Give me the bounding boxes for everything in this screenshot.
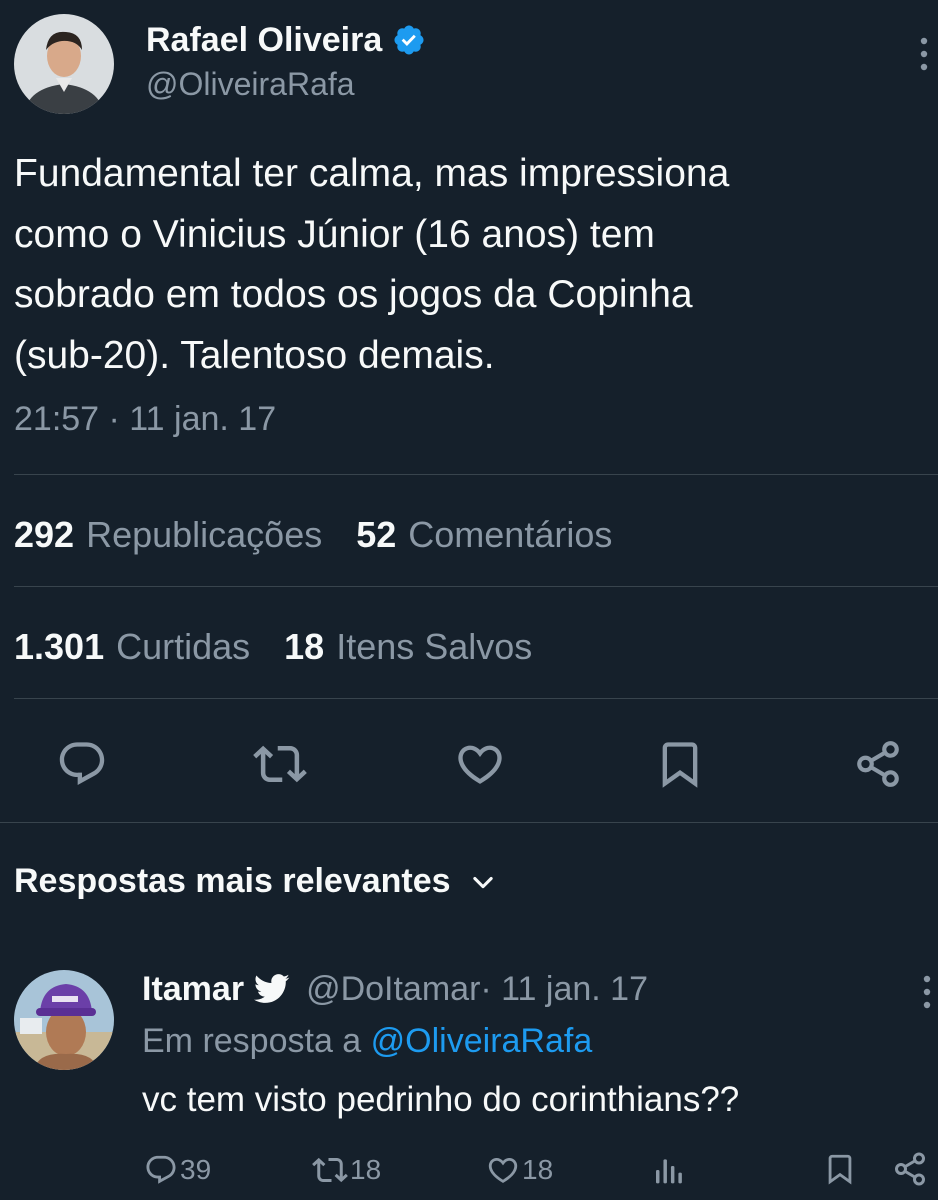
comments-label[interactable]: Comentários bbox=[408, 514, 612, 555]
like-icon bbox=[488, 1157, 518, 1183]
divider bbox=[0, 822, 938, 823]
reply-context: Em resposta a @OliveiraRafa bbox=[142, 1022, 592, 1061]
share-icon[interactable] bbox=[848, 734, 908, 794]
divider bbox=[14, 474, 938, 475]
analytics-icon[interactable] bbox=[650, 1150, 686, 1190]
verified-badge-icon bbox=[392, 23, 426, 57]
comments-count[interactable]: 52 bbox=[356, 514, 396, 555]
likes-count[interactable]: 1.301 bbox=[14, 626, 104, 667]
tweet-text-line: Fundamental ter calma, mas impressiona bbox=[14, 152, 730, 195]
reply-avatar-image bbox=[14, 970, 114, 1070]
reply-date[interactable]: · 11 jan. 17 bbox=[480, 970, 648, 1009]
reply-retweets-count: 18 bbox=[350, 1154, 382, 1185]
reply-text: vc tem visto pedrinho do corinthians?? bbox=[142, 1080, 740, 1119]
stats-row-reposts-comments: 292 Republicações 52 Comentários bbox=[14, 514, 646, 556]
twitter-bird-icon bbox=[254, 974, 290, 1004]
author-avatar[interactable] bbox=[14, 14, 114, 114]
reply-icon[interactable] bbox=[52, 734, 112, 794]
tweet-timestamp[interactable]: 21:57 · 11 jan. 17 bbox=[14, 400, 276, 439]
retweet-icon[interactable] bbox=[250, 734, 310, 794]
bookmark-icon[interactable] bbox=[650, 734, 710, 794]
tweet-text-line: sobrado em todos os jogos da Copinha bbox=[14, 273, 693, 316]
divider bbox=[14, 586, 938, 587]
reply-share-icon[interactable] bbox=[890, 1148, 930, 1190]
replies-section-title: Respostas mais relevantes bbox=[14, 862, 451, 900]
author-handle[interactable]: @OliveiraRafa bbox=[146, 66, 355, 103]
reply-retweets-action[interactable]: 18 bbox=[312, 1150, 381, 1190]
author-name[interactable]: Rafael Oliveira bbox=[146, 21, 382, 60]
like-icon[interactable] bbox=[450, 734, 510, 794]
reply-replies-action[interactable]: 39 bbox=[144, 1150, 211, 1190]
divider bbox=[14, 698, 938, 699]
reply-icon bbox=[146, 1155, 176, 1184]
reposts-label[interactable]: Republicações bbox=[86, 514, 322, 555]
reply-likes-action[interactable]: 18 bbox=[486, 1150, 553, 1190]
stats-row-likes-bookmarks: 1.301 Curtidas 18 Itens Salvos bbox=[14, 626, 566, 668]
bookmarks-label[interactable]: Itens Salvos bbox=[336, 626, 532, 667]
tweet-text: Fundamental ter calma, mas impressiona c… bbox=[14, 144, 924, 386]
bookmarks-count[interactable]: 18 bbox=[284, 626, 324, 667]
replies-sort-dropdown[interactable]: Respostas mais relevantes bbox=[14, 862, 497, 901]
reply-author-avatar[interactable] bbox=[14, 970, 114, 1070]
reply-context-prefix: Em resposta a bbox=[142, 1022, 371, 1060]
reply-author-name[interactable]: Itamar bbox=[142, 970, 244, 1009]
reply-more-options-icon[interactable] bbox=[916, 972, 938, 1012]
tweet-text-line: (sub-20). Talentoso demais. bbox=[14, 333, 495, 377]
author-avatar-image bbox=[14, 14, 114, 114]
chevron-down-icon bbox=[469, 868, 497, 896]
reply-bookmark-icon[interactable] bbox=[822, 1148, 858, 1190]
reply-context-handle[interactable]: @OliveiraRafa bbox=[371, 1022, 593, 1060]
more-options-icon[interactable] bbox=[912, 34, 936, 74]
reply-likes-count: 18 bbox=[522, 1154, 554, 1185]
likes-label[interactable]: Curtidas bbox=[116, 626, 250, 667]
reply-replies-count: 39 bbox=[180, 1154, 212, 1185]
reply-author-handle[interactable]: @DoItamar bbox=[306, 970, 480, 1009]
tweet-text-line: como o Vinicius Júnior (16 anos) tem bbox=[14, 212, 655, 256]
reposts-count[interactable]: 292 bbox=[14, 514, 74, 555]
retweet-icon bbox=[312, 1157, 348, 1183]
